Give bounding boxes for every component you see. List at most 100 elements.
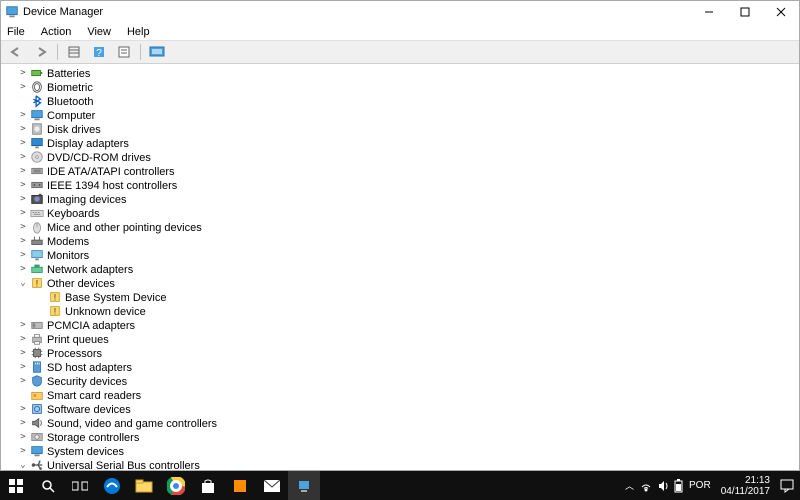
menu-view[interactable]: View xyxy=(85,26,113,38)
expand-toggle[interactable]: > xyxy=(17,180,29,190)
expand-toggle[interactable]: ⌄ xyxy=(17,460,29,470)
tree-item-label: Mice and other pointing devices xyxy=(47,221,202,234)
tree-item[interactable]: > System devices xyxy=(7,444,799,458)
search-button[interactable] xyxy=(32,471,64,500)
expand-toggle[interactable]: > xyxy=(17,236,29,246)
expand-toggle[interactable]: > xyxy=(17,376,29,386)
menu-file[interactable]: File xyxy=(5,26,27,38)
taskbar-app-icon[interactable] xyxy=(224,471,256,500)
tree-item[interactable]: >Storage controllers xyxy=(7,430,799,444)
expand-toggle[interactable]: > xyxy=(17,222,29,232)
tree-item[interactable]: >Monitors xyxy=(7,248,799,262)
taskbar-explorer-icon[interactable] xyxy=(128,471,160,500)
expand-toggle[interactable]: > xyxy=(17,404,29,414)
back-button[interactable] xyxy=(5,42,27,62)
tree-item[interactable]: >Security devices xyxy=(7,374,799,388)
taskbar-clock[interactable]: 21:13 04/11/2017 xyxy=(717,475,774,497)
expand-toggle[interactable]: > xyxy=(17,432,29,442)
taskview-button[interactable] xyxy=(64,471,96,500)
tree-item[interactable]: !Base System Device xyxy=(7,290,799,304)
tree-item[interactable]: > Computer xyxy=(7,108,799,122)
taskbar[interactable]: ︿ POR 21:13 04/11/2017 xyxy=(0,471,800,500)
expand-toggle[interactable]: > xyxy=(17,264,29,274)
action-center-icon[interactable] xyxy=(780,479,794,493)
expand-toggle[interactable]: > xyxy=(17,152,29,162)
tree-item[interactable]: > Mice and other pointing devices xyxy=(7,220,799,234)
expand-toggle[interactable]: > xyxy=(17,68,29,78)
tray-chevron-icon[interactable]: ︿ xyxy=(625,479,634,492)
expand-toggle[interactable]: > xyxy=(17,446,29,456)
tree-item[interactable]: >IEEE 1394 host controllers xyxy=(7,178,799,192)
tree-item[interactable]: Smart card readers xyxy=(7,388,799,402)
tray-network-icon[interactable] xyxy=(640,480,652,492)
expand-toggle[interactable]: > xyxy=(17,82,29,92)
expand-toggle[interactable]: > xyxy=(17,124,29,134)
show-hide-button[interactable] xyxy=(63,42,85,62)
forward-button[interactable] xyxy=(30,42,52,62)
tree-item-label: System devices xyxy=(47,445,124,458)
expand-toggle[interactable]: > xyxy=(17,250,29,260)
tree-item[interactable]: >IDE ATA/ATAPI controllers xyxy=(7,164,799,178)
tree-item[interactable]: >Software devices xyxy=(7,402,799,416)
maximize-button[interactable] xyxy=(731,3,759,21)
tree-item[interactable]: >Print queues xyxy=(7,332,799,346)
tree-item-label: Computer xyxy=(47,109,95,122)
expand-toggle[interactable]: > xyxy=(17,194,29,204)
properties-button[interactable] xyxy=(113,42,135,62)
tree-item[interactable]: >Processors xyxy=(7,346,799,360)
start-button[interactable] xyxy=(0,471,32,500)
tray-language[interactable]: POR xyxy=(689,480,711,491)
expand-toggle[interactable]: > xyxy=(17,166,29,176)
taskbar-mail-icon[interactable] xyxy=(256,471,288,500)
taskbar-chrome-icon[interactable] xyxy=(160,471,192,500)
taskbar-devmgr-icon[interactable] xyxy=(288,471,320,500)
expand-toggle[interactable]: > xyxy=(17,418,29,428)
window-title: Device Manager xyxy=(23,6,695,18)
expand-toggle[interactable]: > xyxy=(17,138,29,148)
sys-icon xyxy=(30,444,44,458)
disk-icon xyxy=(30,122,44,136)
menu-action[interactable]: Action xyxy=(39,26,74,38)
system-tray[interactable]: ︿ POR 21:13 04/11/2017 xyxy=(625,475,800,497)
taskbar-store-icon[interactable] xyxy=(192,471,224,500)
close-button[interactable] xyxy=(767,3,795,21)
help-button[interactable]: ? xyxy=(88,42,110,62)
tree-item[interactable]: !Unknown device xyxy=(7,304,799,318)
tree-item[interactable]: >Modems xyxy=(7,234,799,248)
tree-item[interactable]: > Sound, video and game controllers xyxy=(7,416,799,430)
expand-toggle[interactable]: ⌄ xyxy=(17,278,29,288)
taskbar-edge-icon[interactable] xyxy=(96,471,128,500)
tree-item-label: Unknown device xyxy=(65,305,146,318)
tree-item[interactable]: ⌄Universal Serial Bus controllers xyxy=(7,458,799,470)
minimize-button[interactable] xyxy=(695,3,723,21)
app-icon xyxy=(5,5,19,19)
tree-item[interactable]: >SD host adapters xyxy=(7,360,799,374)
tray-battery-icon[interactable] xyxy=(674,479,683,493)
device-tree[interactable]: >Batteries>BiometricBluetooth>Computer>D… xyxy=(1,64,799,470)
tree-item[interactable]: >Disk drives xyxy=(7,122,799,136)
expand-toggle[interactable]: > xyxy=(17,320,29,330)
tree-item[interactable]: >Biometric xyxy=(7,80,799,94)
tree-item[interactable]: >Network adapters xyxy=(7,262,799,276)
tree-item[interactable]: ⌄!Other devices xyxy=(7,276,799,290)
expand-toggle[interactable]: > xyxy=(17,208,29,218)
tree-item[interactable]: >Display adapters xyxy=(7,136,799,150)
expand-toggle[interactable]: > xyxy=(17,110,29,120)
expand-toggle[interactable]: > xyxy=(17,348,29,358)
expand-toggle[interactable]: > xyxy=(17,362,29,372)
tree-item[interactable]: >DVD/CD-ROM drives xyxy=(7,150,799,164)
tray-volume-icon[interactable] xyxy=(658,480,668,492)
menu-help[interactable]: Help xyxy=(125,26,152,38)
tree-item[interactable]: >Batteries xyxy=(7,66,799,80)
clock-time: 21:13 xyxy=(721,475,770,486)
scan-button[interactable] xyxy=(146,42,168,62)
tree-item[interactable]: >PCMCIA adapters xyxy=(7,318,799,332)
titlebar[interactable]: Device Manager xyxy=(1,1,799,23)
imaging-icon xyxy=(30,192,44,206)
expand-toggle[interactable]: > xyxy=(17,334,29,344)
tree-item[interactable]: >Keyboards xyxy=(7,206,799,220)
tree-item[interactable]: Bluetooth xyxy=(7,94,799,108)
ieee-icon xyxy=(30,178,44,192)
tree-item[interactable]: >Imaging devices xyxy=(7,192,799,206)
tree-item-label: Sound, video and game controllers xyxy=(47,417,217,430)
